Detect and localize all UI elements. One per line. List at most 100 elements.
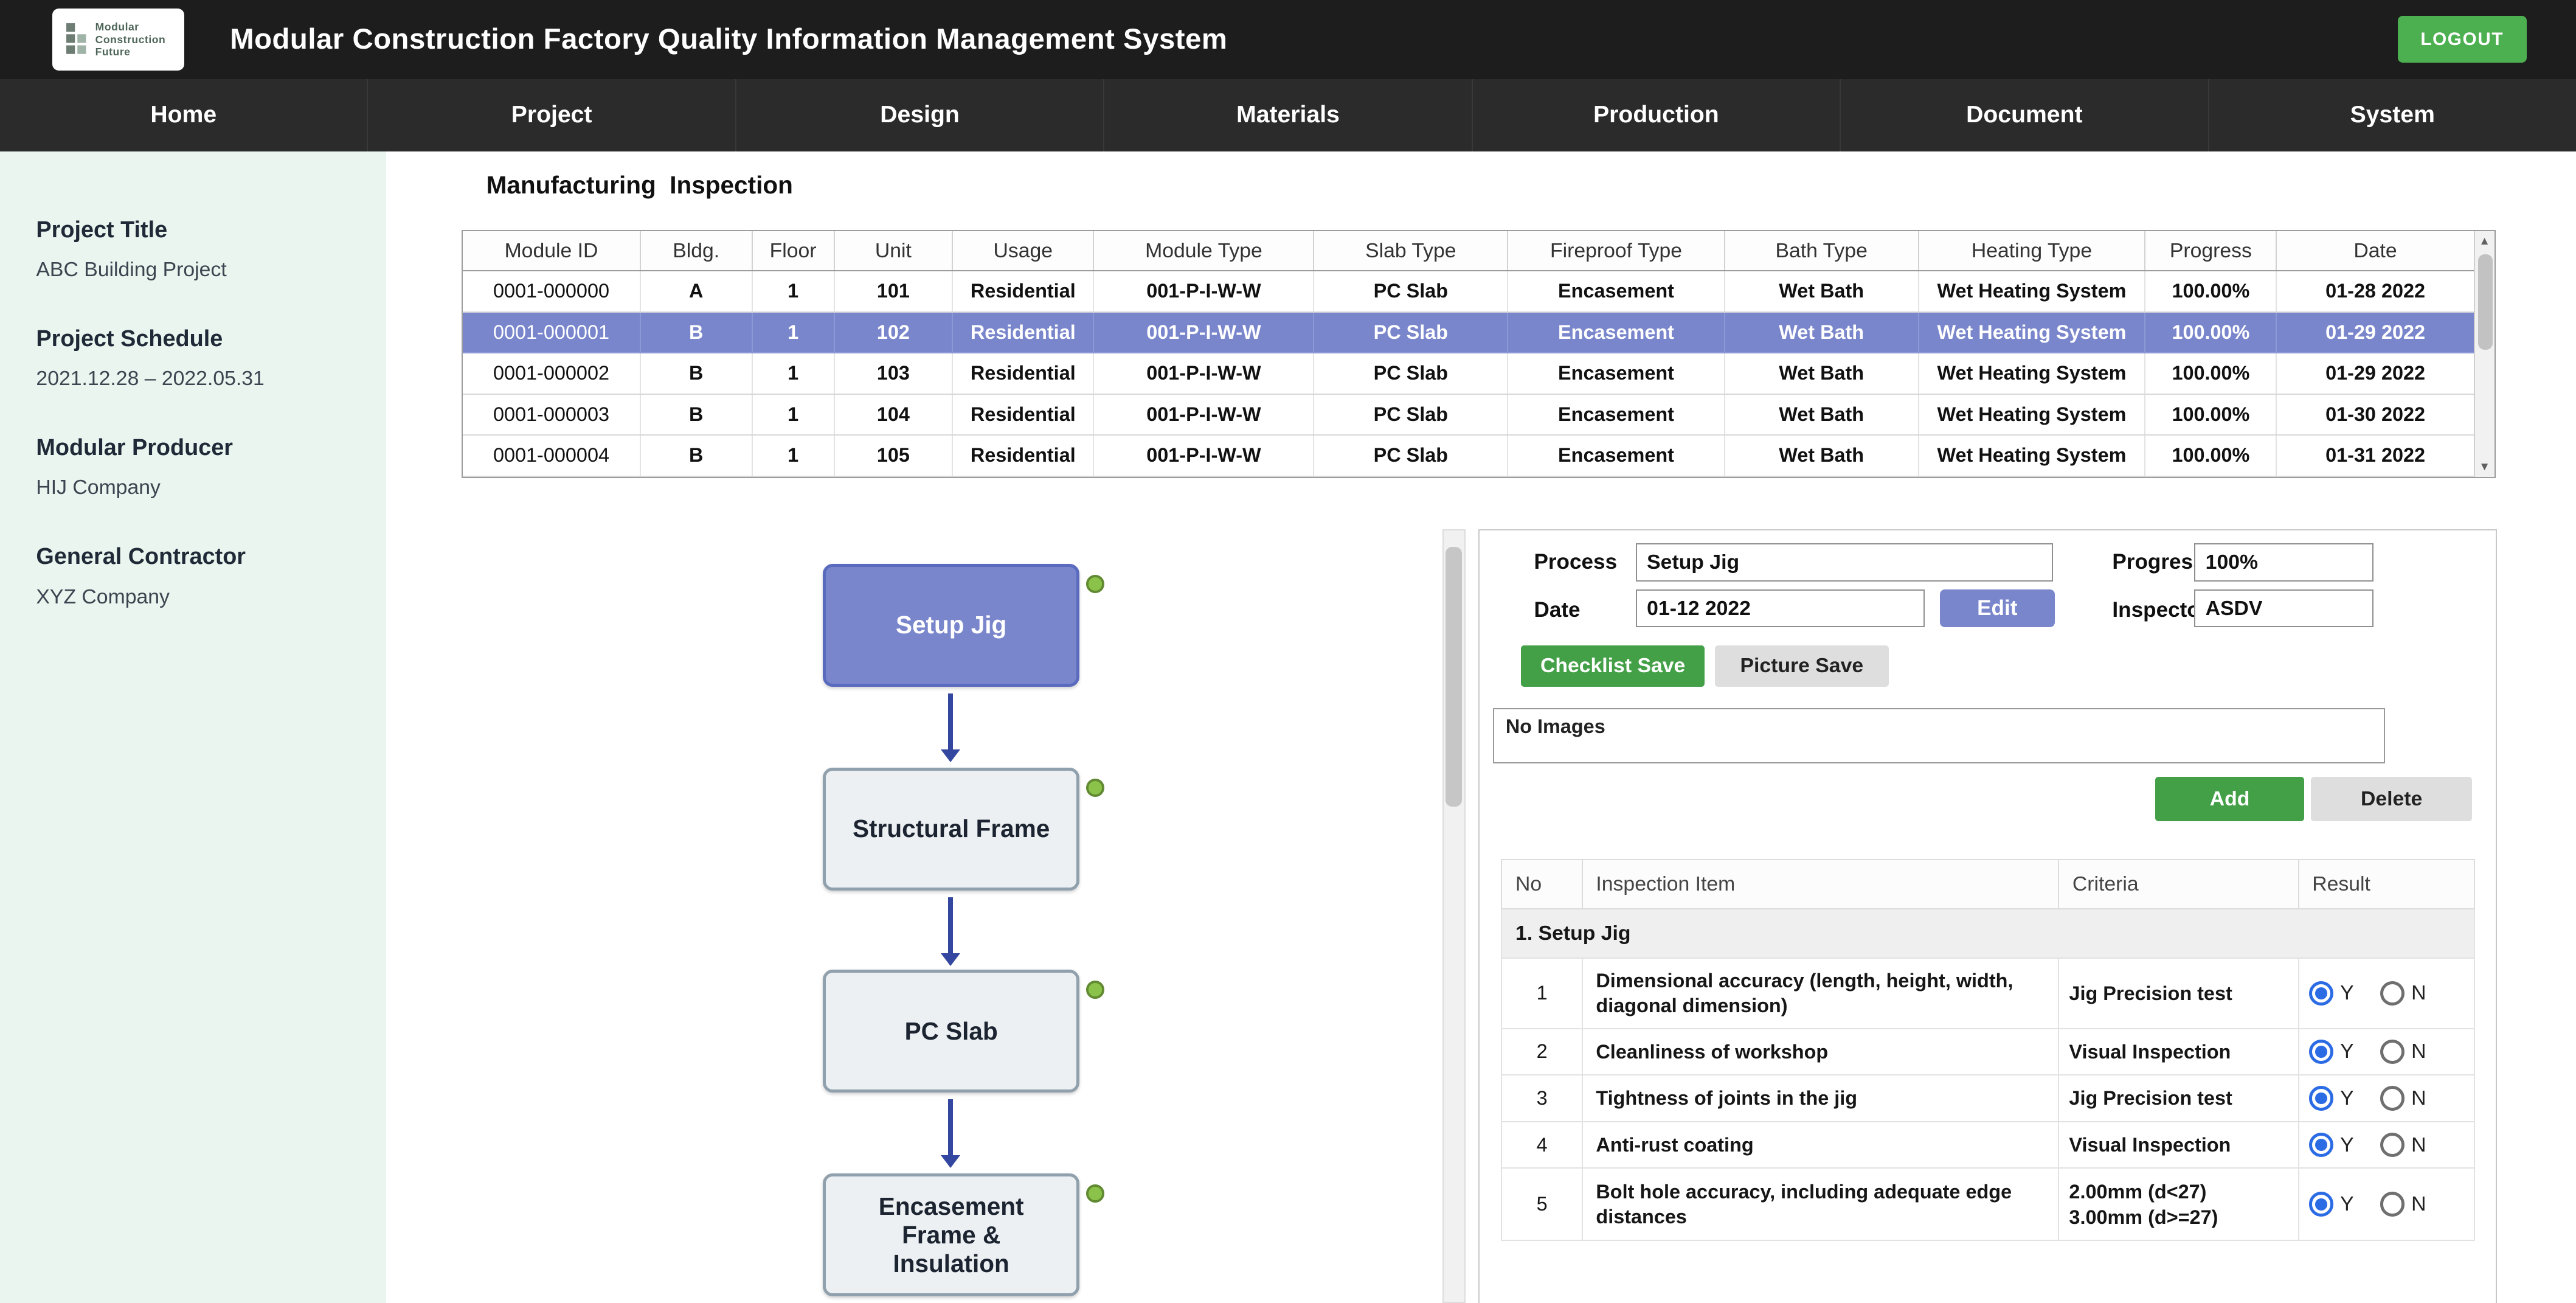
table-cell: Residential (952, 394, 1093, 436)
nav-item-production[interactable]: Production (1473, 79, 1841, 151)
table-cell: 103 (834, 353, 953, 394)
radio-n-label: N (2411, 1133, 2426, 1157)
app-logo: Modular Construction Future (52, 9, 184, 71)
process-label: Process (1534, 550, 1617, 574)
sidebar-section-value: HIJ Company (36, 476, 356, 499)
process-input[interactable] (1636, 543, 2053, 581)
table-cell: Wet Heating System (1919, 394, 2145, 436)
radio-n[interactable] (2380, 1040, 2405, 1065)
main-content: Manufacturing Inspection Module ID Bldg.… (386, 151, 2576, 1303)
radio-y[interactable] (2309, 1040, 2334, 1065)
table-cell: Encasement (1508, 435, 1725, 476)
table-cell: B (640, 394, 752, 436)
flow-step-encasement-frame-insulation[interactable]: Encasement Frame & Insulation (823, 1173, 1079, 1297)
flow-step-setup-jig[interactable]: Setup Jig (823, 564, 1079, 687)
module-table: Module ID Bldg. Floor Unit Usage Module … (462, 230, 2495, 478)
nav-item-system[interactable]: System (2209, 79, 2576, 151)
table-cell: 001-P-I-W-W (1093, 353, 1314, 394)
nav-item-project[interactable]: Project (368, 79, 736, 151)
sidebar-section-label: Project Schedule (36, 326, 356, 352)
table-cell: 100.00% (2145, 353, 2276, 394)
table-cell: Wet Heating System (1919, 353, 2145, 394)
nav-item-document[interactable]: Document (1841, 79, 2209, 151)
table-cell: 01-29 2022 (2276, 312, 2473, 353)
inspector-input[interactable] (2194, 589, 2373, 627)
delete-button[interactable]: Delete (2311, 777, 2472, 821)
table-cell: 102 (834, 312, 953, 353)
radio-n[interactable] (2380, 1086, 2405, 1111)
inspection-header-cell: Criteria (2058, 860, 2298, 909)
module-table-header-cell: Unit (834, 231, 953, 271)
table-cell: PC Slab (1314, 394, 1508, 436)
detail-scroll-thumb[interactable] (1446, 547, 1462, 807)
inspection-row: 2 Cleanliness of workshop Visual Inspect… (1501, 1029, 2474, 1075)
picture-save-button[interactable]: Picture Save (1715, 645, 1889, 687)
radio-y[interactable] (2309, 1192, 2334, 1217)
radio-y[interactable] (2309, 1133, 2334, 1158)
flow-step-label: Structural Frame (853, 815, 1050, 843)
inspection-no: 4 (1501, 1122, 1582, 1169)
inspection-row: 5 Bolt hole accuracy, including adequate… (1501, 1168, 2474, 1240)
table-row[interactable]: 0001-000003 B 1 104 Residential 001-P-I-… (463, 394, 2474, 436)
table-cell: 1 (752, 353, 834, 394)
radio-n[interactable] (2380, 981, 2405, 1006)
sidebar-section-label: Modular Producer (36, 435, 356, 461)
result-radio-group: Y N (2309, 1040, 2464, 1065)
table-cell: Wet Bath (1725, 394, 1919, 436)
table-cell: Residential (952, 312, 1093, 353)
result-radio-group: Y N (2309, 1192, 2464, 1217)
radio-n[interactable] (2380, 1192, 2405, 1217)
checklist-save-button[interactable]: Checklist Save (1521, 645, 1705, 687)
edit-button[interactable]: Edit (1940, 589, 2055, 627)
flow-step-pc-slab[interactable]: PC Slab (823, 970, 1079, 1093)
module-table-header-cell: Bath Type (1725, 231, 1919, 271)
inspection-header-cell: Inspection Item (1582, 860, 2058, 909)
module-table-header-cell: Usage (952, 231, 1093, 271)
inspection-table: No Inspection Item Criteria Result 1. Se… (1501, 859, 2474, 1241)
inspection-criteria: 2.00mm (d<27) 3.00mm (d>=27) (2058, 1168, 2298, 1240)
detail-scrollbar[interactable] (1442, 529, 1466, 1303)
table-row[interactable]: 0001-000004 B 1 105 Residential 001-P-I-… (463, 435, 2474, 476)
logout-button[interactable]: LOGOUT (2398, 16, 2527, 63)
nav-item-home[interactable]: Home (0, 79, 368, 151)
sidebar-section-project-title: Project Title ABC Building Project (36, 217, 356, 282)
table-row[interactable]: 0001-000001 B 1 102 Residential 001-P-I-… (463, 312, 2474, 353)
table-cell: Wet Bath (1725, 353, 1919, 394)
inspection-no: 3 (1501, 1075, 1582, 1122)
flow-step-structural-frame[interactable]: Structural Frame (823, 768, 1079, 891)
logo-building-icon (64, 19, 89, 59)
scroll-thumb[interactable] (2478, 254, 2493, 350)
inspection-section-row: 1. Setup Jig (1501, 909, 2474, 958)
radio-y-label: Y (2340, 1192, 2354, 1216)
module-table-scrollbar[interactable]: ▲ ▼ (2474, 231, 2495, 476)
date-input[interactable] (1636, 589, 1925, 627)
inspection-row: 3 Tightness of joints in the jig Jig Pre… (1501, 1075, 2474, 1122)
table-cell: PC Slab (1314, 435, 1508, 476)
table-row[interactable]: 0001-000000 A 1 101 Residential 001-P-I-… (463, 271, 2474, 312)
logo-text-line: Future (95, 46, 166, 58)
table-cell: 0001-000000 (463, 271, 640, 312)
nav-item-design[interactable]: Design (736, 79, 1104, 151)
table-row[interactable]: 0001-000002 B 1 103 Residential 001-P-I-… (463, 353, 2474, 394)
module-table-header-cell: Bldg. (640, 231, 752, 271)
progress-input[interactable] (2194, 543, 2373, 581)
add-button[interactable]: Add (2155, 777, 2305, 821)
module-table-header-cell: Progress (2145, 231, 2276, 271)
nav-item-materials[interactable]: Materials (1104, 79, 1472, 151)
table-cell: Residential (952, 435, 1093, 476)
inspection-item: Cleanliness of workshop (1582, 1029, 2058, 1075)
radio-y-label: Y (2340, 1133, 2354, 1157)
radio-y[interactable] (2309, 981, 2334, 1006)
sidebar-section-label: General Contractor (36, 544, 356, 570)
radio-n[interactable] (2380, 1133, 2405, 1158)
sidebar-section-modular-producer: Modular Producer HIJ Company (36, 435, 356, 499)
scroll-up-icon[interactable]: ▲ (2479, 235, 2490, 248)
sidebar-section-value: ABC Building Project (36, 258, 356, 282)
scroll-down-icon[interactable]: ▼ (2479, 460, 2490, 474)
radio-y[interactable] (2309, 1086, 2334, 1111)
module-table-header-cell: Heating Type (1919, 231, 2145, 271)
inspection-no: 1 (1501, 958, 1582, 1028)
inspection-no: 5 (1501, 1168, 1582, 1240)
sidebar-section-project-schedule: Project Schedule 2021.12.28 – 2022.05.31 (36, 326, 356, 391)
inspection-criteria: Visual Inspection (2058, 1122, 2298, 1169)
